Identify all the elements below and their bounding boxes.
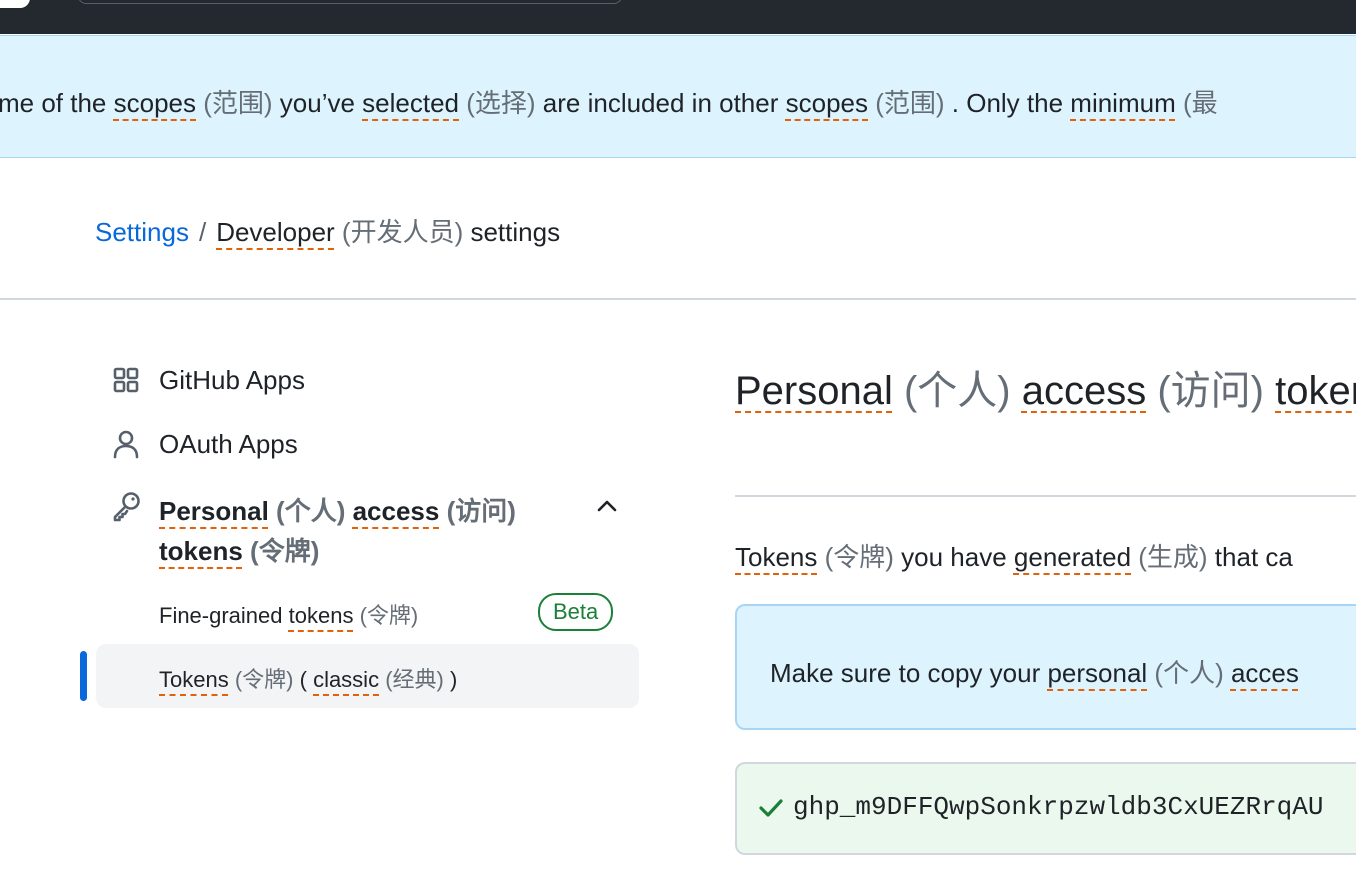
apps-grid-icon <box>113 367 139 393</box>
main-content: Personal (个人) access (访问) token Tokens (… <box>735 350 1356 878</box>
sidebar-item-github-apps[interactable]: GitHub Apps <box>80 350 640 410</box>
flash-message: me of the scopes (范围) you’ve selected (选… <box>0 88 1218 118</box>
active-item-indicator <box>80 651 87 701</box>
beta-badge: Beta <box>538 593 614 631</box>
sidebar-item-label: Personal (个人) access (访问) tokens (令牌) <box>159 496 516 566</box>
top-navigation-bar <box>0 0 1356 34</box>
copy-token-notice-text: Make sure to copy your personal (个人) acc… <box>770 658 1299 688</box>
token-value[interactable]: ghp_m9DFFQwpSonkrpzwldb3CxUEZRrqAU <box>793 792 1324 822</box>
translated-word: selected <box>362 88 460 118</box>
breadcrumb-developer: Developer <box>216 217 335 247</box>
translation-hint: (范围) <box>868 88 945 118</box>
translation-hint: (范围) <box>196 88 273 118</box>
check-icon <box>759 799 783 817</box>
key-icon <box>113 492 140 522</box>
person-icon <box>113 430 139 459</box>
sidebar-item-label: OAuth Apps <box>159 429 298 459</box>
page-title: Personal (个人) access (访问) token <box>735 369 1356 413</box>
breadcrumb: Settings / Developer (开发人员) settings <box>95 212 560 249</box>
breadcrumb-settings-link[interactable]: Settings <box>95 217 189 247</box>
breadcrumb-settings-tail: settings <box>463 217 561 247</box>
sidebar-item-tokens-classic-label[interactable]: Tokens (令牌) ( classic (经典) ) <box>159 662 457 694</box>
translation-hint: (开发人员) <box>334 217 464 247</box>
header-divider <box>0 298 1356 300</box>
sidebar-item-personal-access-tokens[interactable]: Personal (个人) access (访问) tokens (令牌) <box>80 478 640 578</box>
tokens-description: Tokens (令牌) you have generated (生成) that… <box>735 542 1293 572</box>
translation-hint: (最 <box>1175 88 1218 118</box>
new-token-row: ghp_m9DFFQwpSonkrpzwldb3CxUEZRrqAU <box>735 762 1356 855</box>
search-input[interactable] <box>78 0 622 4</box>
sidebar-item-label: GitHub Apps <box>159 365 305 395</box>
title-divider <box>735 495 1356 497</box>
breadcrumb-separator: / <box>198 217 207 247</box>
copy-token-notice: Make sure to copy your personal (个人) acc… <box>735 604 1356 730</box>
flash-notice-banner: me of the scopes (范围) you’ve selected (选… <box>0 35 1356 158</box>
chevron-up-icon[interactable] <box>594 493 620 519</box>
sidebar-item-oauth-apps[interactable]: OAuth Apps <box>80 414 640 474</box>
github-logo-icon[interactable] <box>0 0 30 8</box>
translated-word: scopes <box>113 88 197 118</box>
translated-word: minimum <box>1070 88 1176 118</box>
translation-hint: (选择) <box>459 88 536 118</box>
sidebar-item-fine-grained-tokens[interactable]: Fine-grained tokens (令牌) <box>159 598 418 630</box>
translated-word: scopes <box>785 88 868 118</box>
